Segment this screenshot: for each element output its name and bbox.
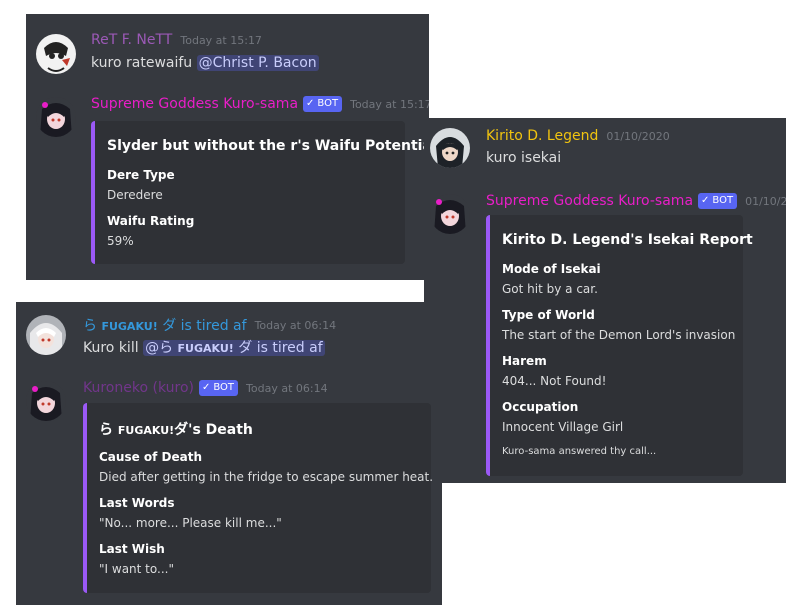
field-value: 404... Not Found! — [502, 374, 607, 388]
field-value: 59% — [107, 234, 134, 248]
field-name: Occupation — [502, 400, 579, 414]
check-icon: ✓ — [306, 98, 315, 109]
message-content: kuro isekai — [486, 150, 561, 166]
embed-title: Kirito D. Legend's Isekai Report — [502, 232, 753, 248]
bot-badge: ✓ BOT — [698, 193, 738, 209]
username[interactable]: Supreme Goddess Kuro-sama — [486, 193, 693, 209]
message-content: Kuro kill @ら FUGAKU! ダ is tired af — [83, 337, 325, 357]
avatar-kuro-sama[interactable] — [430, 194, 470, 234]
field-name: Dere Type — [107, 168, 175, 182]
username[interactable]: Supreme Goddess Kuro-sama — [91, 96, 298, 112]
timestamp: 01/10/20 — [745, 194, 786, 208]
username[interactable]: ら FUGAKU! ダ is tired af — [83, 315, 247, 335]
embed-title: Slyder but without the r's Waifu Potenti… — [107, 138, 429, 154]
field-name: Last Words — [99, 496, 175, 510]
embed-footer: Kuro-sama answered thy call... — [502, 446, 657, 457]
username[interactable]: Kuroneko (kuro) — [83, 380, 194, 396]
timestamp: Today at 06:14 — [246, 381, 328, 395]
user-mention[interactable]: @Christ P. Bacon — [196, 55, 319, 71]
embed-waifu-potential: Slyder but without the r's Waifu Potenti… — [91, 121, 429, 264]
avatar-kirito-d-legend[interactable] — [430, 128, 470, 168]
field-value: "No... more... Please kill me..." — [99, 516, 282, 530]
field-value: "I want to..." — [99, 562, 174, 576]
field-name: Type of World — [502, 308, 595, 322]
avatar-fugaku[interactable] — [26, 315, 66, 355]
avatar-kuroneko[interactable] — [26, 381, 66, 421]
field-name: Harem — [502, 354, 547, 368]
username[interactable]: ReT F. NeTT — [91, 32, 172, 48]
timestamp: Today at 15:17 — [180, 33, 262, 47]
bot-badge: ✓ BOT — [198, 380, 239, 396]
embed-title: ら FUGAKU!ダ's Death — [99, 422, 253, 438]
chat-screenshot-isekai: Kirito D. Legend 01/10/2020 kuro isekai … — [424, 118, 786, 483]
check-icon: ✓ — [201, 382, 211, 393]
field-name: Last Wish — [99, 542, 165, 556]
field-value: The start of the Demon Lord's invasion — [502, 328, 736, 342]
field-name: Cause of Death — [99, 450, 203, 464]
field-value: Deredere — [107, 188, 163, 202]
timestamp: Today at 06:14 — [254, 318, 337, 332]
user-mention[interactable]: @ら FUGAKU! ダ is tired af — [143, 340, 325, 356]
timestamp: 01/10/2020 — [606, 129, 670, 143]
message-text: kuro isekai — [486, 150, 562, 166]
field-value: Got hit by a car. — [502, 282, 598, 296]
chat-screenshot-kill: ら FUGAKU! ダ is tired af Today at 06:14 K… — [16, 302, 442, 605]
field-name: Mode of Isekai — [502, 262, 601, 276]
message-text: kuro ratewaifu — [91, 55, 193, 71]
username[interactable]: Kirito D. Legend — [486, 128, 598, 144]
message-text: Kuro kill — [83, 340, 139, 356]
check-icon: ✓ — [701, 195, 710, 206]
timestamp: Today at 15:17 — [350, 97, 429, 111]
avatar-ret-f-nett[interactable] — [36, 34, 76, 74]
embed-isekai-report: Kirito D. Legend's Isekai Report Mode of… — [486, 215, 753, 476]
avatar-kuro-sama[interactable] — [36, 97, 76, 137]
field-name: Waifu Rating — [107, 214, 195, 228]
field-value: Died after getting in the fridge to esca… — [99, 470, 434, 484]
bot-badge: ✓ BOT — [303, 96, 343, 112]
chat-screenshot-ratewaifu: ReT F. NeTT Today at 15:17 kuro ratewaif… — [26, 14, 429, 280]
message-content: kuro ratewaifu @Christ P. Bacon — [91, 55, 319, 71]
field-value: Innocent Village Girl — [502, 420, 624, 434]
embed-death-report: ら FUGAKU!ダ's Death Cause of Death Died a… — [83, 403, 434, 593]
